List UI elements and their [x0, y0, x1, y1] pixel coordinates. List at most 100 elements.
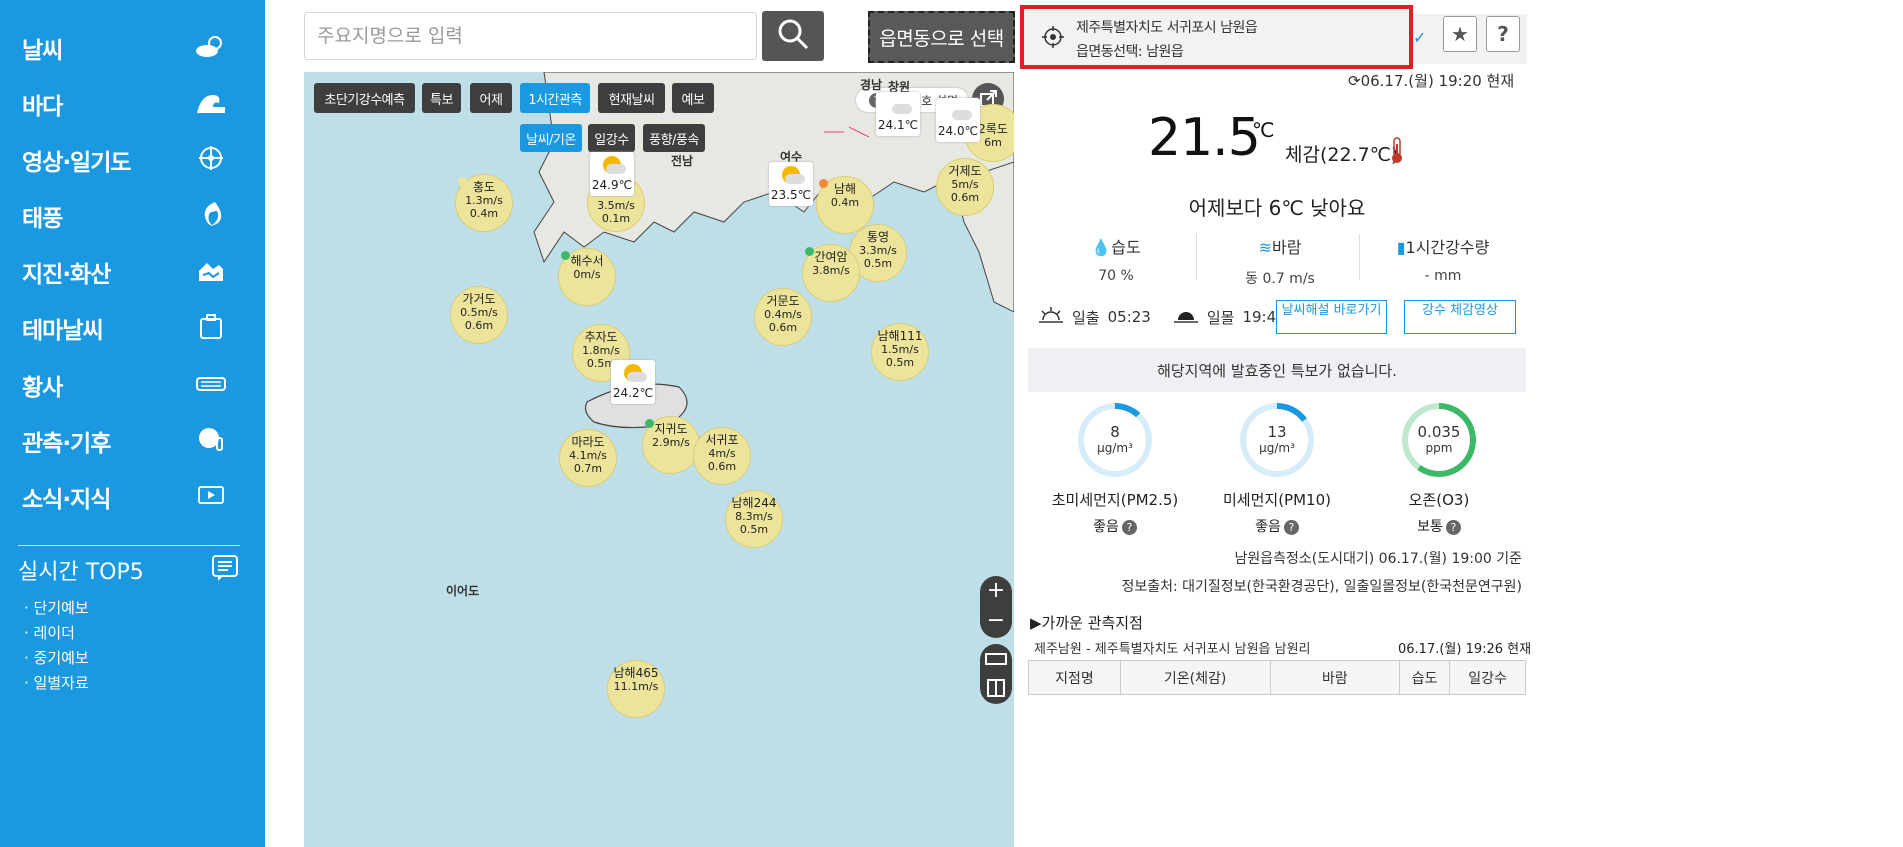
- search-input[interactable]: [304, 12, 757, 60]
- tab-warning[interactable]: 특보: [422, 83, 461, 113]
- nearby-title[interactable]: ▶가까운 관측지점: [1030, 612, 1143, 633]
- weather-card[interactable]: 24.9℃: [590, 152, 634, 196]
- favorite-button[interactable]: ★: [1443, 16, 1477, 52]
- nav-typhoon[interactable]: 태풍: [0, 188, 265, 244]
- ruler-button[interactable]: [980, 644, 1012, 704]
- station-wind: 2.9m/s: [652, 436, 690, 449]
- zoom-in-button[interactable]: +: [980, 576, 1012, 606]
- weather-card[interactable]: 24.1℃: [876, 92, 920, 136]
- weather-map[interactable]: 초단기강수예측 특보 어제 1시간관측 현재날씨 예보 날씨/기온 일강수 풍향…: [304, 72, 1014, 847]
- top5-header[interactable]: 실시간 TOP5: [18, 554, 240, 586]
- station-marker[interactable]: 남해111 1.5m/s 0.5m: [871, 323, 929, 381]
- question-icon: ?: [1497, 22, 1509, 46]
- top5-link[interactable]: · 중기예보: [24, 647, 89, 668]
- feels-like: 체감(22.7℃): [1285, 144, 1399, 166]
- top5-link[interactable]: · 레이더: [24, 622, 75, 643]
- nav-label: 영상·일기도: [22, 150, 132, 176]
- station-marker[interactable]: 해수서 0m/s: [558, 248, 616, 306]
- station-marker[interactable]: 남해 0.4m: [816, 176, 874, 234]
- station-name: 추자도: [584, 330, 618, 344]
- station-wave: 0.1m: [601, 212, 631, 225]
- tab-current[interactable]: 현재날씨: [598, 83, 665, 113]
- station-marker[interactable]: 홍도 1.3m/s 0.4m: [455, 174, 513, 232]
- thermometer-icon: [1388, 136, 1406, 168]
- nav-label: 날씨: [22, 38, 63, 64]
- weather-card[interactable]: 24.2℃: [611, 360, 655, 404]
- nav-dust[interactable]: 황사: [0, 357, 265, 413]
- column-header: 습도: [1399, 660, 1451, 695]
- tab-yesterday[interactable]: 어제: [470, 83, 512, 113]
- refresh-icon[interactable]: ⟳: [1348, 72, 1361, 90]
- tab-nowcast[interactable]: 초단기강수예측: [314, 83, 415, 113]
- update-text: 06.17.(월) 19:20 현재: [1360, 72, 1515, 90]
- ozone-label: 오존(O3): [1408, 491, 1470, 509]
- warning-notice: 해당지역에 발효중인 특보가 없습니다.: [1028, 348, 1526, 392]
- card-temp: 24.2℃: [612, 386, 654, 400]
- help-icon[interactable]: ?: [1121, 520, 1137, 535]
- station-wave: 0.4m: [830, 196, 860, 209]
- ruler-icon: [980, 653, 1012, 708]
- pm10-status: 좋음: [1255, 519, 1281, 535]
- nav-sea[interactable]: 바다: [0, 76, 265, 132]
- list-icon: [210, 554, 240, 586]
- rain-gauge-icon: ▮: [1396, 238, 1406, 257]
- tab-forecast[interactable]: 예보: [672, 83, 714, 113]
- tab-hourly-obs[interactable]: 1시간관측: [520, 83, 590, 113]
- weather-card[interactable]: 24.0℃: [936, 98, 980, 142]
- nav-weather[interactable]: 날씨: [0, 20, 265, 76]
- subtab-daily-rain[interactable]: 일강수: [588, 124, 635, 152]
- cloud-icon: [892, 104, 912, 114]
- station-marker[interactable]: 마라도 4.1m/s 0.7m: [559, 429, 617, 487]
- pm25-unit: μg/m³: [1097, 441, 1133, 455]
- cloud-icon: [606, 164, 626, 174]
- station-wind: 4m/s: [708, 447, 736, 460]
- weather-explain-button[interactable]: 날씨해설 바로가기: [1276, 300, 1387, 334]
- pm25-value: 8: [1110, 423, 1120, 441]
- station-marker[interactable]: 가거도 0.5m/s 0.6m: [450, 286, 508, 344]
- station-marker[interactable]: 거제도 5m/s 0.6m: [936, 158, 994, 216]
- wind-label: 바람: [1271, 238, 1302, 257]
- top5-link[interactable]: · 단기예보: [24, 597, 89, 618]
- region-label: 전남: [671, 154, 694, 168]
- dong-select-button[interactable]: 읍면동으로 선택: [868, 11, 1015, 63]
- station-wave: 0.4m: [469, 207, 499, 220]
- nav-satellite[interactable]: 영상·일기도: [0, 132, 265, 188]
- humidity-value: 70 %: [1098, 268, 1134, 284]
- station-wind: 3.8m/s: [812, 264, 850, 277]
- station-marker[interactable]: 간여암 3.8m/s: [802, 244, 860, 302]
- station-marker[interactable]: 남해244 8.3m/s 0.5m: [725, 490, 783, 548]
- nav-label: 태풍: [22, 206, 63, 232]
- location-name: 제주특별자치도 서귀포시 남원읍: [1076, 20, 1258, 36]
- info-source: 정보출처: 대기질정보(한국환경공단), 일출일몰정보(한국천문연구원): [1121, 579, 1522, 595]
- measure-station: 남원읍측정소(도시대기) 06.17.(월) 19:00 기준: [1234, 551, 1522, 567]
- station-marker[interactable]: 서귀포 4m/s 0.6m: [693, 427, 751, 485]
- station-name: 거문도: [766, 294, 800, 308]
- help-button[interactable]: ?: [1486, 16, 1520, 52]
- nav-theme[interactable]: 테마날씨: [0, 300, 265, 356]
- region-label: 경남: [860, 78, 883, 92]
- station-marker[interactable]: 남해465 11.1m/s: [607, 660, 665, 718]
- current-temperature: 21.5: [1148, 108, 1261, 168]
- weather-card[interactable]: 23.5℃: [769, 162, 813, 206]
- nav-earthquake[interactable]: 지진·화산: [0, 244, 265, 300]
- nav-observation[interactable]: 관측·기후: [0, 413, 265, 469]
- subtab-weather-temp[interactable]: 날씨/기온: [520, 124, 582, 152]
- location-display[interactable]: 제주특별자치도 서귀포시 남원읍 읍면동선택: 남원읍: [1020, 5, 1413, 69]
- top5-link[interactable]: · 일별자료: [24, 672, 89, 693]
- help-icon[interactable]: ?: [1445, 520, 1461, 535]
- humidity-label: 습도: [1111, 238, 1141, 257]
- search-button[interactable]: [762, 11, 824, 61]
- pm25-ring: 8 μg/m³: [1078, 403, 1152, 477]
- rain-label: 1시간강수량: [1405, 238, 1490, 257]
- dust-icon: [193, 368, 229, 402]
- help-icon[interactable]: ?: [1283, 520, 1299, 535]
- station-marker[interactable]: 거문도 0.4m/s 0.6m: [754, 288, 812, 346]
- rain-video-button[interactable]: 강수 체감영상: [1404, 300, 1516, 334]
- compare-yesterday: 어제보다 6℃ 낮아요: [1188, 196, 1366, 220]
- zoom-out-button[interactable]: −: [980, 606, 1012, 636]
- divider: [18, 545, 240, 546]
- sun-cloud-icon: [193, 31, 229, 65]
- station-marker[interactable]: 지귀도 2.9m/s: [642, 416, 700, 474]
- nav-news[interactable]: 소식·지식: [0, 469, 265, 525]
- subtab-wind[interactable]: 풍향/풍속: [643, 124, 705, 152]
